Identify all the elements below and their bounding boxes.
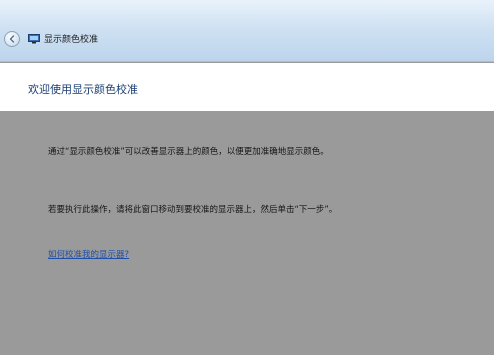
content-area: 通过“显示颜色校准”可以改善显示器上的颜色，以便更加准确地显示颜色。 若要执行此… (0, 111, 494, 355)
page-header: 欢迎使用显示颜色校准 (0, 63, 494, 111)
page-title: 欢迎使用显示颜色校准 (28, 83, 138, 96)
intro-paragraph: 通过“显示颜色校准”可以改善显示器上的颜色，以便更加准确地显示颜色。 (48, 147, 329, 157)
back-arrow-icon (9, 35, 15, 43)
help-link[interactable]: 如何校准我的显示器? (48, 248, 129, 260)
back-button[interactable] (4, 31, 20, 47)
monitor-icon (28, 34, 40, 44)
window-title: 显示颜色校准 (44, 35, 99, 45)
instruction-paragraph: 若要执行此操作，请将此窗口移动到要校准的显示器上，然后单击“下一步”。 (48, 205, 338, 215)
title-bar: 显示颜色校准 (0, 0, 494, 62)
